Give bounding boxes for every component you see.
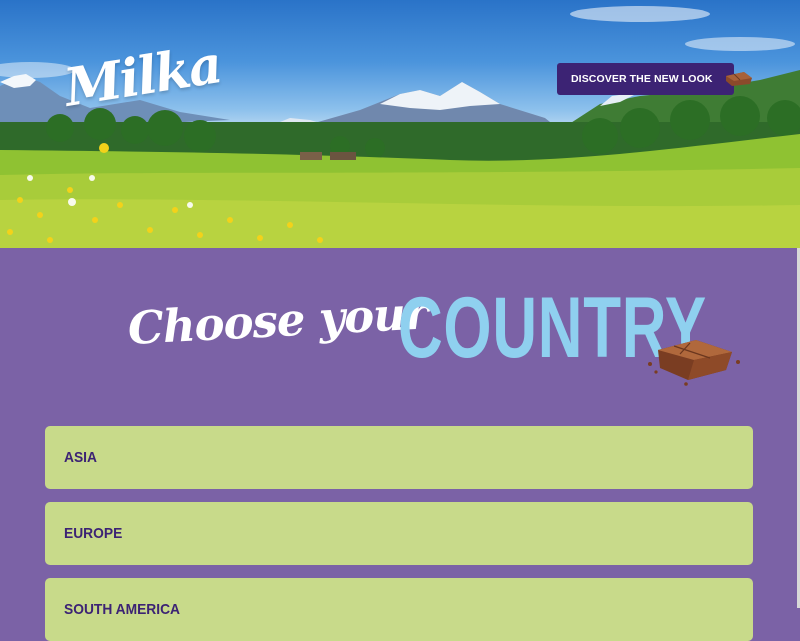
region-label: SOUTH AMERICA bbox=[64, 601, 181, 618]
alpine-meadow-image bbox=[0, 6, 800, 248]
hero-banner: Milka DISCOVER THE NEW LOOK bbox=[0, 0, 800, 248]
chocolate-piece-icon bbox=[646, 336, 746, 391]
region-item-europe[interactable]: EUROPE bbox=[45, 502, 753, 565]
discover-button-label: DISCOVER THE NEW LOOK bbox=[571, 73, 713, 85]
region-label: ASIA bbox=[64, 449, 97, 466]
region-item-south-america[interactable]: SOUTH AMERICA bbox=[45, 578, 753, 641]
discover-new-look-button[interactable]: DISCOVER THE NEW LOOK bbox=[557, 63, 752, 95]
region-label: EUROPE bbox=[64, 525, 123, 542]
region-item-asia[interactable]: ASIA bbox=[45, 426, 753, 489]
